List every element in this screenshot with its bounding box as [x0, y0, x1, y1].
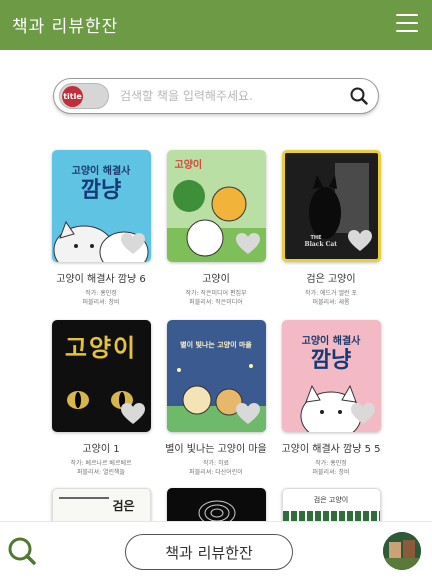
book-author: 작가: 베르나르 베르베르 [70, 460, 132, 467]
avatar-image [383, 532, 421, 570]
cover-text: 깜냥 [310, 348, 352, 373]
book-title: 고양이 해결사 깜냥 5 5 [281, 444, 381, 455]
menu-icon[interactable] [396, 14, 418, 34]
heart-icon[interactable] [235, 402, 261, 426]
book-publisher: 퍼블리셔: 열린책들 [76, 469, 126, 476]
book-cover[interactable]: 고양이 [51, 320, 151, 432]
heart-icon[interactable] [120, 402, 146, 426]
book-card[interactable]: THE Black Cat 검은 고양이 작가: 에드거 앨런 포 퍼블리셔: … [276, 150, 386, 307]
cover-text: 검은 [112, 499, 135, 513]
book-publisher: 퍼블리셔: 창비 [312, 469, 350, 476]
heart-icon[interactable] [120, 232, 146, 256]
home-button[interactable]: 책과 리뷰한잔 [125, 534, 293, 570]
toggle-knob: title [62, 86, 83, 107]
book-title: 고양이 해결사 깜냥 6 [56, 274, 146, 285]
search-input[interactable] [120, 85, 334, 107]
heart-icon[interactable] [350, 402, 376, 426]
app-title: 책과 리뷰한잔 [12, 17, 119, 37]
book-publisher: 퍼블리셔: 작은미디어 [189, 299, 243, 306]
book-author: 작가: 홍민정 [85, 290, 117, 297]
book-publisher: 퍼블리셔: 다산어린이 [189, 469, 243, 476]
avatar[interactable] [383, 532, 421, 570]
menu-line [396, 22, 418, 24]
heart-icon[interactable] [235, 232, 261, 256]
book-cover[interactable]: 고양이 [166, 150, 266, 262]
menu-line [396, 14, 418, 16]
search-mode-toggle[interactable]: title [59, 83, 109, 109]
search-icon[interactable] [7, 536, 37, 566]
cover-text: 별이 빛나는 고양이 마을 [180, 341, 252, 349]
search-bar: title [53, 78, 379, 114]
book-title: 고양이 [202, 274, 230, 285]
book-cover[interactable]: 고양이 해결사 깜냥 [51, 150, 151, 262]
book-card[interactable]: 고양이 해결사 깜냥 고양이 해결사 깜냥 6 작가: 홍민정 퍼블리셔: 창비 [46, 150, 156, 307]
book-cover[interactable]: 별이 빛나는 고양이 마을 [166, 320, 266, 432]
book-publisher: 퍼블리셔: 새롬 [312, 299, 350, 306]
cover-line [58, 497, 109, 499]
book-cover[interactable]: THE Black Cat [281, 150, 381, 262]
cover-text: 고양이 [64, 333, 138, 362]
book-title: 고양이 1 [82, 444, 120, 455]
search-icon[interactable] [349, 86, 369, 106]
book-card[interactable]: 고양이 고양이 작가: 작은미디어 편집부 퍼블리셔: 작은미디어 [161, 150, 271, 307]
cover-text: Black Cat [304, 241, 338, 248]
book-author: 작가: 작은미디어 편집부 [185, 290, 247, 297]
book-author: 작가: 히료 [202, 460, 229, 467]
menu-line [396, 30, 418, 32]
book-card[interactable]: 고양이 해결사 깜냥 고양이 해결사 깜냥 5 5 작가: 홍민정 퍼블리셔: … [276, 320, 386, 477]
book-title: 검은 고양이 [306, 274, 356, 285]
book-publisher: 퍼블리셔: 창비 [82, 299, 120, 306]
heart-icon[interactable] [347, 229, 373, 253]
book-card[interactable]: 고양이 고양이 1 작가: 베르나르 베르베르 퍼블리셔: 열린책들 [46, 320, 156, 477]
book-card[interactable]: 별이 빛나는 고양이 마을 별이 빛나는 고양이 마을 작가: 히료 퍼블리셔:… [161, 320, 271, 477]
cover-text: 깜냥 [80, 178, 122, 203]
bottom-bar: 책과 리뷰한잔 [0, 521, 432, 578]
cover-text: 검은 고양이 [313, 496, 349, 504]
book-author: 작가: 홍민정 [315, 460, 347, 467]
book-cover[interactable]: 고양이 해결사 깜냥 [281, 320, 381, 432]
cover-pattern [282, 511, 380, 521]
top-app-bar: 책과 리뷰한잔 [0, 0, 432, 50]
book-author: 작가: 에드거 앨런 포 [305, 290, 357, 297]
book-title: 별이 빛나는 고양이 마을 [165, 444, 267, 455]
